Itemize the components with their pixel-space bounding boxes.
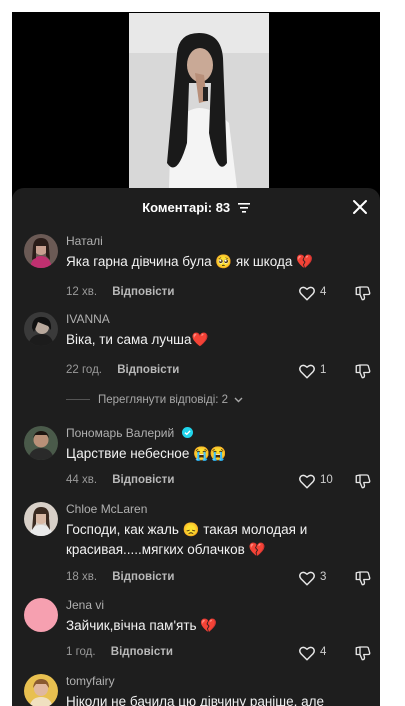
verified-icon — [181, 426, 193, 441]
avatar[interactable] — [24, 426, 58, 460]
like-button[interactable]: 4 — [298, 284, 338, 302]
comment-text: Яка гарна дівчина була 🥺 як шкода 💔 — [66, 254, 313, 269]
comment-time: 22 год. — [66, 364, 102, 376]
comment-meta: 1 год. Відповісти — [66, 646, 173, 658]
avatar[interactable] — [24, 312, 58, 346]
comment-text: Ніколи не бачила цю дівчину раніше, але — [66, 694, 325, 706]
dislike-icon[interactable] — [354, 362, 372, 380]
like-count: 4 — [320, 286, 327, 298]
like-count: 1 — [320, 364, 327, 376]
like-count: 4 — [320, 646, 327, 658]
username[interactable]: Пономарь Валерий — [66, 426, 193, 441]
username[interactable]: IVANNA — [66, 312, 110, 326]
comment-meta: 12 хв. Відповісти — [66, 286, 174, 298]
reply-button[interactable]: Відповісти — [111, 646, 173, 658]
heart-icon — [299, 364, 315, 379]
username[interactable]: Chloe McLaren — [66, 502, 147, 516]
chevron-down-icon — [234, 397, 243, 403]
username[interactable]: Наталі — [66, 234, 103, 248]
heart-icon — [299, 286, 315, 301]
like-button[interactable]: 1 — [298, 362, 338, 380]
close-icon[interactable] — [350, 197, 370, 217]
view-replies-label: Переглянути відповіді: 2 — [98, 394, 229, 406]
view-replies-button[interactable]: Переглянути відповіді: 2 — [66, 394, 243, 406]
comments-title: Коментарі: 83 — [12, 200, 380, 216]
comment-text: Господи, как жаль 😞 такая молодая и крас… — [66, 522, 308, 557]
username-label: Пономарь Валерий — [66, 426, 175, 440]
like-count: 3 — [320, 571, 327, 583]
comments-count-label: Коментарі: 83 — [142, 200, 231, 215]
filter-icon[interactable] — [237, 201, 250, 216]
heart-icon — [299, 646, 315, 661]
dislike-icon[interactable] — [354, 569, 372, 587]
like-button[interactable]: 3 — [298, 569, 338, 587]
comment-text: Царствие небесное 😭😭 — [66, 446, 227, 461]
avatar[interactable] — [24, 234, 58, 268]
comment-text: Віка, ти сама лучша❤️ — [66, 332, 209, 347]
app-frame: Коментарі: 83 Наталі Яка гарна дівчина б… — [12, 12, 380, 706]
comment-time: 18 хв. — [66, 571, 98, 583]
reply-button[interactable]: Відповісти — [112, 286, 174, 298]
comment-text: Зайчик,вічна пам'ять 💔 — [66, 618, 218, 633]
reply-button[interactable]: Відповісти — [112, 571, 174, 583]
reply-button[interactable]: Відповісти — [112, 474, 174, 486]
comments-sheet: Коментарі: 83 Наталі Яка гарна дівчина б… — [12, 188, 380, 706]
reply-button[interactable]: Відповісти — [117, 364, 179, 376]
heart-icon — [299, 474, 315, 489]
avatar[interactable] — [24, 502, 58, 536]
dislike-icon[interactable] — [354, 472, 372, 490]
comment-time: 1 год. — [66, 646, 96, 658]
heart-icon — [299, 571, 315, 586]
like-button[interactable]: 10 — [298, 472, 338, 490]
divider — [66, 399, 90, 401]
dislike-icon[interactable] — [354, 644, 372, 662]
video-preview[interactable] — [129, 13, 269, 188]
avatar[interactable] — [24, 598, 58, 632]
username[interactable]: Jena vi — [66, 598, 104, 612]
comment-meta: 44 хв. Відповісти — [66, 474, 174, 486]
like-count: 10 — [320, 474, 333, 486]
like-button[interactable]: 4 — [298, 644, 338, 662]
comment-meta: 18 хв. Відповісти — [66, 571, 174, 583]
comment-time: 12 хв. — [66, 286, 98, 298]
comment-meta: 22 год. Відповісти — [66, 364, 179, 376]
username[interactable]: tomyfairy — [66, 674, 115, 688]
comment-time: 44 хв. — [66, 474, 98, 486]
comments-header: Коментарі: 83 — [12, 188, 380, 228]
video-thumbnail — [129, 13, 269, 188]
dislike-icon[interactable] — [354, 284, 372, 302]
avatar[interactable] — [24, 674, 58, 706]
